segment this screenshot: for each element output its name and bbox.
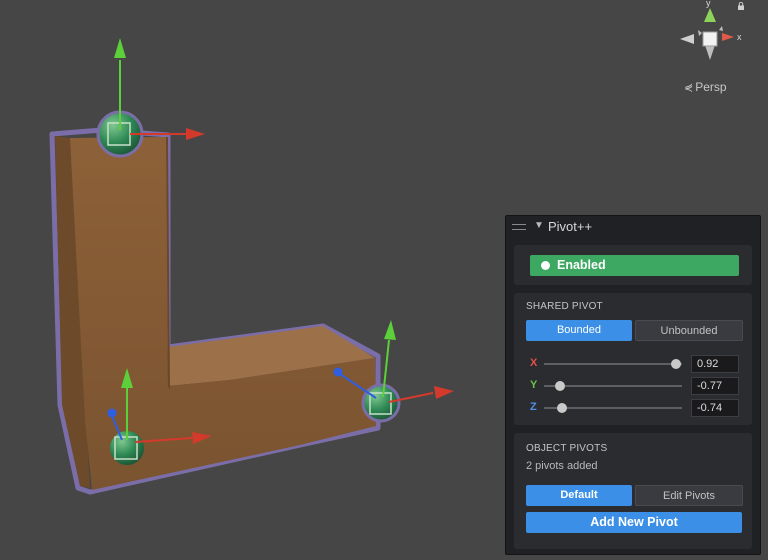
object-pivots-section: OBJECT PIVOTS 2 pivots added Default Edi… — [514, 433, 752, 549]
orientation-gizmo[interactable]: y x — [672, 0, 752, 80]
default-button[interactable]: Default — [526, 485, 632, 506]
x-slider-knob[interactable] — [671, 359, 682, 369]
gizmo-y-label: y — [706, 0, 711, 8]
y-axis-arrow-icon[interactable] — [384, 320, 396, 340]
z-axis-label: Z — [530, 401, 537, 413]
gizmo-center-cube-icon[interactable] — [702, 31, 718, 47]
scene-viewport[interactable]: y x ⋞ Persp ▼ Pivot++ Enabled SHARED PIVO… — [0, 0, 768, 560]
x-axis-arrow-icon[interactable] — [186, 128, 205, 140]
panel-header[interactable]: ▼ Pivot++ — [506, 216, 760, 238]
z-value-field[interactable]: -0.74 — [691, 399, 739, 417]
projection-label: Persp — [695, 80, 727, 94]
x-axis-label: X — [530, 357, 538, 369]
collapse-triangle-icon[interactable]: ▼ — [534, 220, 544, 231]
y-slider-knob[interactable] — [554, 381, 565, 391]
pivots-count-text: 2 pivots added — [526, 460, 598, 472]
x-axis-arrow-icon[interactable] — [434, 386, 454, 399]
add-new-pivot-button[interactable]: Add New Pivot — [526, 512, 742, 533]
gizmo-neg-y-cone-icon[interactable] — [705, 45, 715, 60]
lock-icon[interactable] — [737, 2, 745, 10]
panel-title: Pivot++ — [548, 219, 593, 234]
projection-toggle[interactable]: ⋞ Persp — [684, 80, 727, 94]
x-value-field[interactable]: 0.92 — [691, 355, 739, 373]
enabled-toggle-button[interactable]: Enabled — [530, 255, 739, 276]
z-axis-handle-icon[interactable] — [333, 367, 343, 377]
pivot-panel: ▼ Pivot++ Enabled SHARED PIVOT Bounded U… — [505, 215, 761, 555]
z-slider-knob[interactable] — [556, 403, 567, 413]
l-shaped-mesh[interactable] — [49, 127, 381, 495]
status-dot-icon — [541, 261, 550, 270]
gizmo-neg-x-cone-icon[interactable] — [680, 34, 694, 44]
shared-pivot-title: SHARED PIVOT — [526, 301, 603, 312]
gizmo-y-cone-icon[interactable] — [704, 8, 716, 22]
unbounded-button[interactable]: Unbounded — [635, 320, 743, 341]
y-axis-label: Y — [530, 379, 538, 391]
gizmo-x-cone-icon[interactable] — [722, 33, 734, 41]
bounded-button[interactable]: Bounded — [526, 320, 632, 341]
shared-pivot-section: SHARED PIVOT Bounded Unbounded X 0.92 Y … — [514, 293, 752, 425]
edit-pivots-button[interactable]: Edit Pivots — [635, 485, 743, 506]
enabled-label: Enabled — [557, 258, 606, 272]
chevron-left-icon: ⋞ — [684, 82, 694, 94]
y-axis-arrow-icon[interactable] — [114, 38, 126, 58]
enabled-section: Enabled — [514, 245, 752, 285]
y-value-field[interactable]: -0.77 — [691, 377, 739, 395]
object-pivots-title: OBJECT PIVOTS — [526, 443, 608, 454]
gizmo-x-label: x — [737, 32, 742, 42]
z-axis-handle-icon[interactable] — [107, 408, 117, 418]
drag-handle-icon[interactable] — [512, 224, 526, 230]
x-slider-track[interactable] — [544, 363, 682, 365]
